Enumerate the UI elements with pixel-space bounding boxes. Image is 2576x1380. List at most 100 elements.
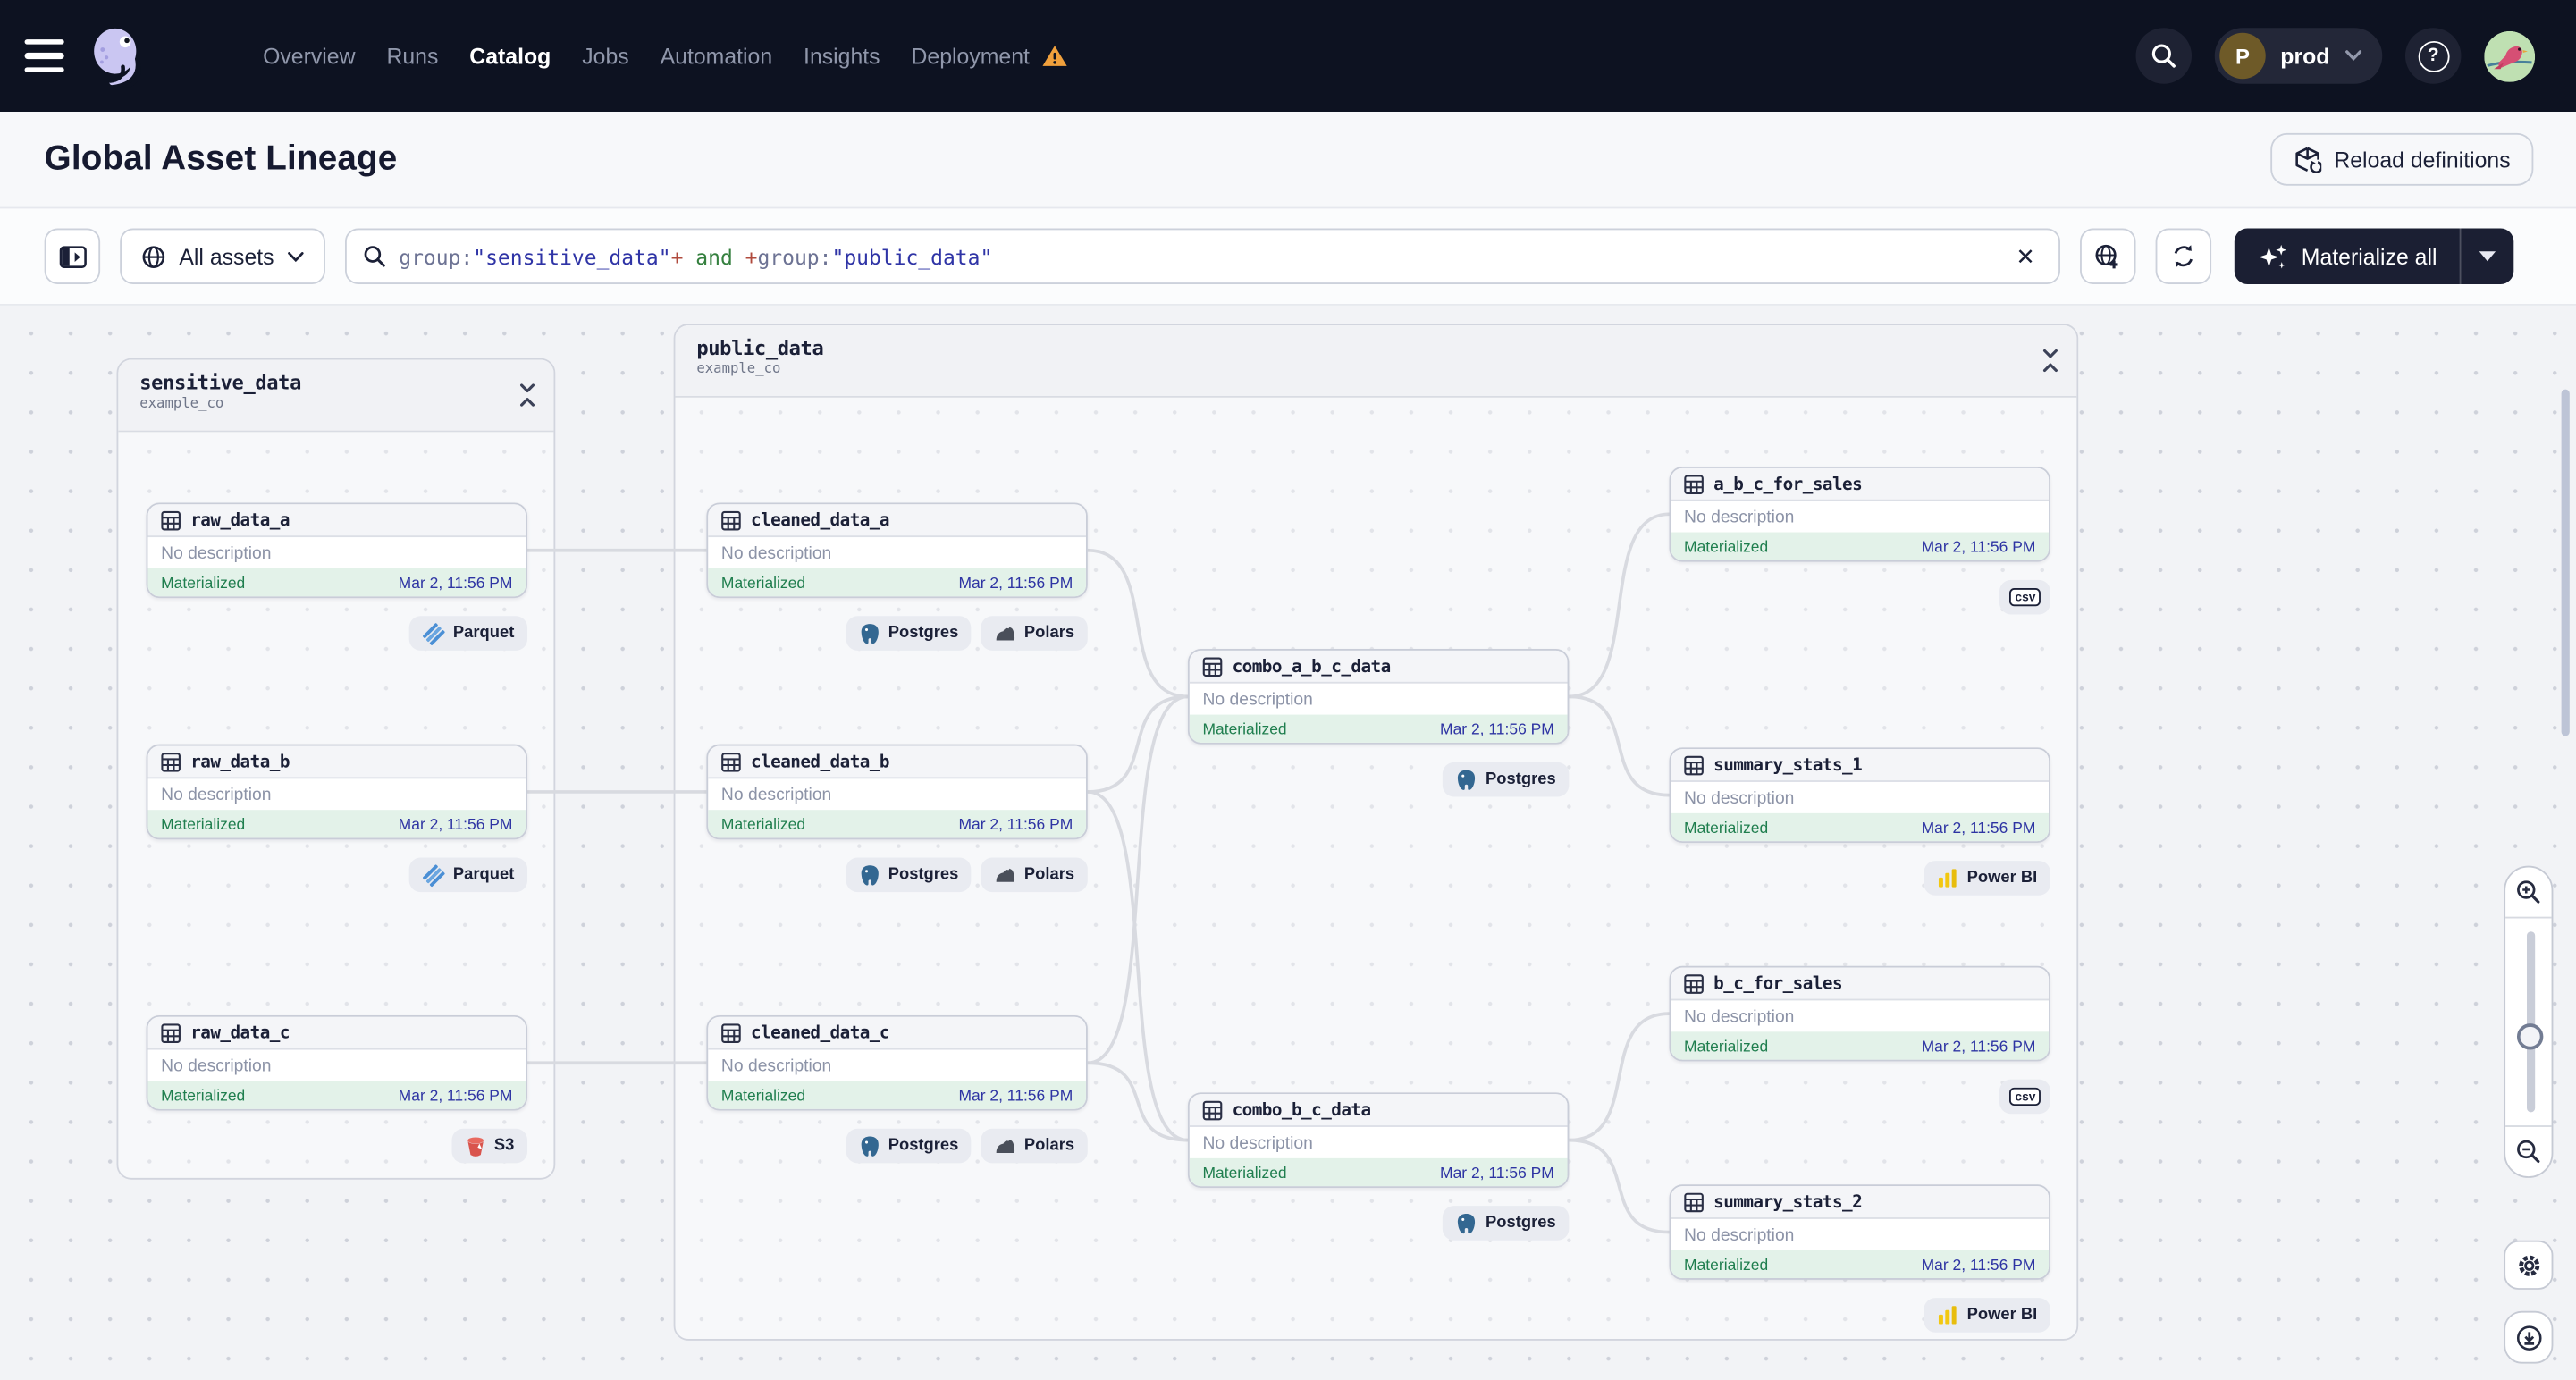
- kind-badge-postgres[interactable]: Postgres: [845, 857, 972, 893]
- nav-item-deployment[interactable]: Deployment: [912, 44, 1068, 68]
- title-bar: Global Asset Lineage Reload definitions: [0, 111, 2576, 209]
- nav-item-jobs[interactable]: Jobs: [582, 44, 628, 69]
- kind-badge-postgres[interactable]: Postgres: [1443, 762, 1570, 797]
- kind-badge-power-bi[interactable]: Power BI: [1924, 1298, 2050, 1333]
- clear-search-icon[interactable]: ✕: [2009, 245, 2041, 268]
- collapse-group-button[interactable]: [518, 383, 537, 416]
- kind-badge-polars[interactable]: Polars: [981, 1128, 1088, 1164]
- kind-badge-polars[interactable]: Polars: [981, 616, 1088, 651]
- asset-node-summary_stats_2[interactable]: summary_stats_2 No description Materialize…: [1669, 1184, 2050, 1280]
- caret-down-icon: [2479, 251, 2496, 262]
- kind-badge-postgres[interactable]: Postgres: [1443, 1206, 1570, 1241]
- collapse-group-button[interactable]: [2041, 349, 2060, 382]
- asset-search-input[interactable]: group:"sensitive_data"+ and +group:"publ…: [344, 228, 2060, 284]
- asset-name: summary_stats_2: [1713, 1191, 1863, 1212]
- menu-icon[interactable]: [24, 39, 64, 72]
- asset-kind-badges: csv: [1670, 1079, 2050, 1115]
- table-icon: [721, 509, 741, 530]
- nav-item-runs[interactable]: Runs: [386, 44, 438, 69]
- asset-node-combo_b_c_data[interactable]: combo_b_c_data No description Materialized…: [1187, 1092, 1570, 1188]
- asset-node-raw_data_a[interactable]: raw_data_a No description Materialized Mar …: [146, 502, 528, 599]
- new-group-view-button[interactable]: [2079, 228, 2136, 284]
- table-icon: [721, 752, 741, 771]
- asset-status-row: Materialized Mar 2, 11:56 PM: [1189, 714, 1568, 743]
- asset-node-raw_data_c[interactable]: raw_data_c No description Materialized Mar …: [146, 1014, 528, 1111]
- asset-node-header: summary_stats_1: [1671, 749, 2050, 782]
- search-button[interactable]: [2135, 28, 2193, 84]
- kind-badge-parquet[interactable]: Parquet: [408, 857, 528, 893]
- graph-settings-button[interactable]: [2504, 1240, 2554, 1290]
- materialize-all-button[interactable]: Materialize all: [2234, 228, 2460, 283]
- asset-node-header: b_c_for_sales: [1671, 967, 2050, 1001]
- asset-description: No description: [161, 543, 272, 563]
- kind-badge-label: Power BI: [1966, 1306, 2038, 1325]
- globe-plus-icon: [2096, 243, 2119, 268]
- status-badge: Materialized: [1684, 537, 1769, 557]
- user-avatar[interactable]: [2484, 30, 2536, 81]
- status-badge: Materialized: [720, 1086, 806, 1106]
- kind-badge-csv[interactable]: csv: [1999, 579, 2050, 615]
- asset-node-header: combo_a_b_c_data: [1189, 650, 1568, 684]
- vertical-scrollbar[interactable]: [2561, 389, 2570, 736]
- nav-item-automation[interactable]: Automation: [661, 44, 773, 69]
- materialization-timestamp: Mar 2, 11:56 PM: [398, 574, 513, 593]
- status-badge: Materialized: [1202, 720, 1287, 739]
- kind-badge-label: Postgres: [888, 865, 959, 884]
- reload-definitions-button[interactable]: Reload definitions: [2269, 132, 2534, 186]
- kind-badge-postgres[interactable]: Postgres: [845, 1128, 972, 1164]
- gear-icon: [2518, 1254, 2539, 1275]
- kind-badge-s3[interactable]: S3: [451, 1128, 528, 1164]
- nav-item-catalog[interactable]: Catalog: [469, 44, 551, 69]
- asset-name: raw_data_a: [190, 509, 290, 530]
- kind-badge-csv[interactable]: csv: [1999, 1079, 2050, 1115]
- asset-name: cleaned_data_c: [751, 1022, 890, 1043]
- asset-scope-dropdown[interactable]: All assets: [120, 228, 325, 284]
- asset-node-header: cleaned_data_a: [708, 504, 1086, 538]
- asset-description: No description: [720, 784, 832, 804]
- asset-node-b_c_for_sales[interactable]: b_c_for_sales No description Materialized M…: [1669, 965, 2050, 1062]
- kind-badge-postgres[interactable]: Postgres: [845, 616, 972, 651]
- kind-badge-parquet[interactable]: Parquet: [408, 616, 528, 651]
- asset-node-cleaned_data_c[interactable]: cleaned_data_c No description Materialized…: [706, 1014, 1088, 1111]
- zoom-slider-handle[interactable]: [2516, 1023, 2544, 1050]
- open-panel-button[interactable]: [44, 228, 101, 284]
- kind-badge-label: S3: [493, 1136, 515, 1156]
- nav-right: P prod ?: [2135, 28, 2536, 84]
- asset-node-combo_a_b_c_data[interactable]: combo_a_b_c_data No description Materializ…: [1187, 649, 1570, 745]
- nav-item-label: Automation: [660, 43, 773, 69]
- asset-node-cleaned_data_b[interactable]: cleaned_data_b No description Materialized…: [706, 744, 1088, 840]
- environment-initial: P: [2219, 32, 2266, 80]
- environment-switcher[interactable]: P prod: [2214, 28, 2383, 84]
- dagster-logo-icon[interactable]: [86, 25, 148, 88]
- search-icon: [364, 246, 385, 267]
- status-badge: Materialized: [161, 815, 246, 834]
- zoom-slider-track[interactable]: [2526, 931, 2535, 1113]
- globe-icon: [142, 245, 165, 268]
- nav-item-overview[interactable]: Overview: [263, 44, 355, 69]
- zoom-in-button[interactable]: [2505, 868, 2552, 919]
- download-image-button[interactable]: [2504, 1310, 2554, 1364]
- group-subtitle: example_co: [696, 361, 781, 378]
- chevron-down-icon: [2345, 50, 2362, 62]
- materialize-options-button[interactable]: [2462, 228, 2514, 283]
- group-header[interactable]: sensitive_data example_co: [118, 359, 554, 433]
- materialization-timestamp: Mar 2, 11:56 PM: [1921, 1037, 2036, 1056]
- nav-item-label: Jobs: [582, 43, 629, 69]
- asset-node-a_b_c_for_sales[interactable]: a_b_c_for_sales No description Materialize…: [1669, 467, 2050, 562]
- reload-cube-icon: [2294, 146, 2321, 173]
- zoom-out-button[interactable]: [2505, 1125, 2552, 1176]
- refresh-button[interactable]: [2155, 228, 2211, 284]
- asset-node-cleaned_data_a[interactable]: cleaned_data_a No description Materialized…: [706, 502, 1088, 599]
- asset-name: cleaned_data_a: [751, 509, 890, 530]
- asset-kind-badges: Postgres Polars: [706, 1128, 1088, 1164]
- collapse-group-icon: [520, 383, 535, 407]
- asset-node-raw_data_b[interactable]: raw_data_b No description Materialized Mar …: [146, 744, 528, 840]
- lineage-canvas[interactable]: sensitive_data example_co public_data examp…: [0, 305, 2576, 1380]
- materialization-timestamp: Mar 2, 11:56 PM: [398, 1086, 513, 1106]
- kind-badge-polars[interactable]: Polars: [981, 857, 1088, 893]
- asset-node-summary_stats_1[interactable]: summary_stats_1 No description Materialize…: [1669, 747, 2050, 843]
- help-button[interactable]: ?: [2404, 28, 2462, 84]
- group-header[interactable]: public_data example_co: [675, 324, 2077, 398]
- kind-badge-power-bi[interactable]: Power BI: [1924, 861, 2050, 896]
- nav-item-insights[interactable]: Insights: [804, 44, 880, 69]
